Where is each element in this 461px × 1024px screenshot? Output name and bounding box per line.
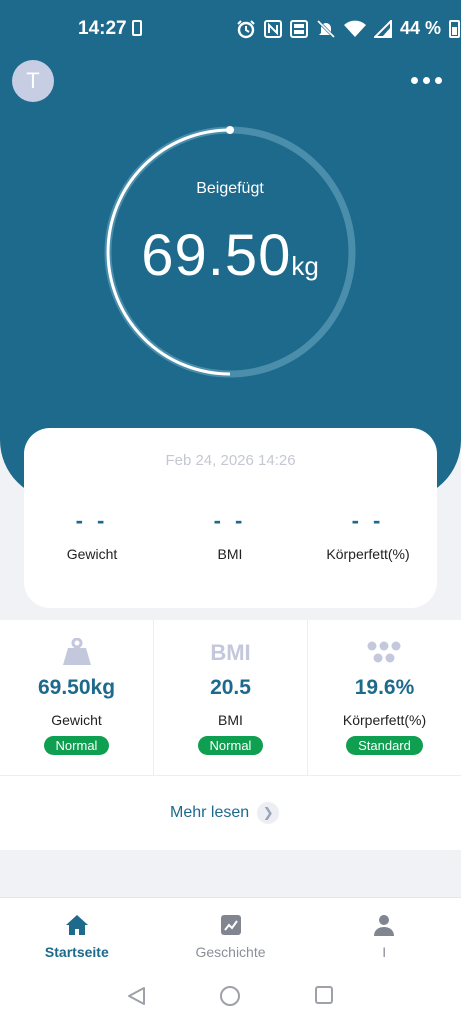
metric-bmi[interactable]: BMI 20.5 BMI Normal xyxy=(154,620,308,775)
back-icon[interactable] xyxy=(126,985,148,1007)
card-weight-value: - - xyxy=(75,508,109,533)
metric-body-fat[interactable]: 19.6% Körperfett(%) Standard xyxy=(308,620,461,775)
read-more-label: Mehr lesen xyxy=(170,804,250,821)
system-nav-bar xyxy=(0,973,461,1024)
nfc-icon xyxy=(264,19,282,38)
tab-history[interactable]: Geschichte xyxy=(154,898,308,973)
read-more-button[interactable]: Mehr lesen ❯ xyxy=(170,802,280,824)
wifi-icon xyxy=(344,20,366,37)
card-bmi-value: - - xyxy=(213,508,247,533)
battery-percent: 44 % xyxy=(400,18,442,38)
status-time: 14:27 xyxy=(78,18,127,39)
metric-weight-value: 69.50kg xyxy=(37,676,116,699)
tab-home-label: Startseite xyxy=(44,944,109,960)
tab-history-label: Geschichte xyxy=(195,944,266,960)
metric-body-fat-value: 19.6% xyxy=(354,676,415,699)
status-icons: 44 % xyxy=(236,18,461,39)
tab-me-label: I xyxy=(382,944,387,960)
metric-body-fat-status-badge: Standard xyxy=(346,736,423,755)
battery-icon xyxy=(449,19,461,38)
metrics-grid: 69.50kg Gewicht Normal BMI 20.5 BMI Norm… xyxy=(0,620,461,776)
more-horizontal-icon[interactable] xyxy=(404,66,448,94)
gauge-label: Beigefügt xyxy=(196,180,264,197)
metric-weight-label: Gewicht xyxy=(51,712,102,728)
metric-bmi-status-badge: Normal xyxy=(197,736,264,755)
card-body-fat-value: - - xyxy=(351,508,385,533)
card-body-fat-label: Körperfett(%) xyxy=(326,546,410,562)
body-fat-icon xyxy=(367,641,400,663)
status-bar: 14:27 44 % xyxy=(0,0,461,58)
home-icon xyxy=(65,915,88,935)
card-body-fat: - - Körperfett(%) xyxy=(308,508,428,562)
sim-card-icon xyxy=(132,20,142,36)
volte-icon xyxy=(290,19,308,38)
more-read-section: Mehr lesen ❯ xyxy=(0,776,461,850)
weight-icon xyxy=(62,638,91,665)
recent-apps-icon[interactable] xyxy=(315,986,333,1004)
metric-body-fat-label: Körperfett(%) xyxy=(342,712,427,728)
card-weight: - - Gewicht xyxy=(32,508,152,562)
home-nav-icon[interactable] xyxy=(220,986,240,1006)
chevron-right-icon: ❯ xyxy=(257,802,280,824)
chart-icon xyxy=(220,915,241,935)
mute-icon xyxy=(316,19,336,38)
gauge-number: 69.50 xyxy=(141,223,292,288)
tab-me[interactable]: I xyxy=(307,898,461,973)
person-icon xyxy=(374,915,395,936)
card-bmi-label: BMI xyxy=(217,546,243,562)
metric-bmi-value: 20.5 xyxy=(210,676,251,699)
card-bmi: - - BMI xyxy=(170,508,290,562)
signal-icon xyxy=(374,19,392,38)
gauge-value: 69.50kg xyxy=(100,222,360,289)
measurement-date: Feb 24, 2026 14:26 xyxy=(165,452,296,469)
metric-weight-status-badge: Normal xyxy=(43,736,110,755)
measurement-card: Feb 24, 2026 14:26 - - Gewicht - - BMI -… xyxy=(24,428,437,608)
tab-home[interactable]: Startseite xyxy=(0,898,154,973)
metric-weight[interactable]: 69.50kg Gewicht Normal xyxy=(0,620,154,775)
gauge-unit: kg xyxy=(291,251,319,281)
metric-bmi-label: BMI xyxy=(218,712,243,728)
gauge-progress-dot xyxy=(226,126,234,134)
bmi-icon: BMI xyxy=(210,640,251,665)
alarm-icon xyxy=(237,19,255,38)
bottom-tab-bar: Startseite Geschichte I xyxy=(0,897,461,973)
avatar[interactable]: T xyxy=(12,60,54,102)
card-weight-label: Gewicht xyxy=(66,546,118,562)
